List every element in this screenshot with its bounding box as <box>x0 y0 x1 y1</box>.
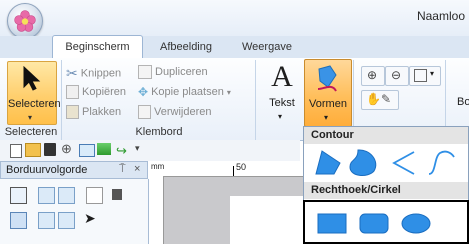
group-icon[interactable] <box>38 212 55 229</box>
chevron-down-icon: ▾ <box>278 112 283 121</box>
duplicate-label: Dupliceren <box>155 65 208 78</box>
delete-icon <box>138 105 151 119</box>
open-folder-icon[interactable] <box>25 143 41 157</box>
copy-label: Kopiëren <box>82 85 127 98</box>
move-back-icon[interactable] <box>58 187 75 204</box>
contour-curve-icon[interactable] <box>349 149 377 176</box>
close-icon[interactable]: × <box>134 163 140 175</box>
measure-icon: ✎ <box>381 92 392 106</box>
contour-freeform-icon[interactable] <box>428 150 455 175</box>
zoom-in-button[interactable]: ⊕ <box>361 66 385 86</box>
scissors-icon: ✂ <box>66 65 78 81</box>
move-front-icon[interactable] <box>38 187 55 204</box>
text-button-label: Tekst <box>269 97 295 109</box>
contour-section-label: Contour <box>304 127 468 144</box>
chevron-down-icon: ▾ <box>28 113 33 122</box>
zoom-icon[interactable]: ⊕ <box>61 141 72 157</box>
rect-circle-section-label: Rechthoek/Cirkel <box>304 182 468 199</box>
chevron-down-icon: ▾ <box>226 87 231 97</box>
tab-weergave[interactable]: Weergave <box>242 36 292 58</box>
tab-afbeelding[interactable]: Afbeelding <box>160 36 212 58</box>
save-icon[interactable] <box>44 143 56 156</box>
partial-ribbon-label: Bo <box>457 96 469 108</box>
paste-button[interactable]: Plakken <box>66 105 121 119</box>
customize-chevron-icon[interactable]: ▾ <box>135 143 140 154</box>
select-button[interactable]: Selecteren ▾ <box>7 61 61 125</box>
arrow-cursor-icon <box>23 66 41 91</box>
app-menu-button[interactable] <box>7 3 43 39</box>
contour-shapes <box>315 149 455 176</box>
copy-place-icon: ✥ <box>138 85 149 99</box>
paste-icon <box>66 105 79 119</box>
ungroup-icon[interactable] <box>58 212 75 229</box>
zoom-out-icon: ⊖ <box>391 68 402 82</box>
contour-zigzag-icon[interactable] <box>392 151 415 175</box>
ruler-tick <box>233 166 234 176</box>
window-icon[interactable] <box>79 144 95 157</box>
chevron-down-icon: ▾ <box>324 113 329 122</box>
text-button[interactable]: A Tekst ▾ <box>264 61 300 123</box>
copy-place-label: Kopie plaatsen <box>151 85 224 98</box>
image-icon[interactable] <box>97 143 111 155</box>
paste-label: Plakken <box>82 105 122 118</box>
chevron-down-icon: ▾ <box>430 69 435 78</box>
quick-access-toolbar: ⊕ ↪ ▾ <box>0 140 300 161</box>
panel-toolbar: ➤ <box>0 179 149 244</box>
zoom-in-icon: ⊕ <box>367 68 378 82</box>
duplicate-button[interactable]: Dupliceren <box>138 65 208 79</box>
copy-icon <box>66 85 79 99</box>
group-divider <box>255 60 256 140</box>
title-bar: Naamloo <box>0 0 469 39</box>
insert-icon[interactable] <box>86 187 103 204</box>
delete-label: Verwijderen <box>154 105 212 118</box>
shapes-button[interactable]: Vormen ▾ <box>304 59 352 127</box>
pin-icon[interactable]: ⍑ <box>119 163 126 176</box>
zoom-fit-button[interactable]: ▾ <box>409 66 441 86</box>
view-grid-icon[interactable] <box>10 187 27 204</box>
cut-label: Knippen <box>80 67 122 80</box>
tab-beginscherm[interactable]: Beginscherm <box>52 35 143 60</box>
group-label-klembord: Klembord <box>135 126 183 138</box>
ribbon-tab-row: Beginscherm Afbeelding Weergave <box>0 35 469 60</box>
select-button-label: Selecteren <box>8 98 61 110</box>
vertical-ruler <box>149 176 164 244</box>
panel-title: Borduurvolgorde <box>6 164 88 176</box>
shapes-button-label: Vormen <box>309 98 347 110</box>
highlight-box <box>303 200 469 244</box>
zoom-out-button[interactable]: ⊖ <box>385 66 409 86</box>
ruler-unit: mm <box>151 162 165 171</box>
contour-polygon-icon[interactable] <box>315 150 341 175</box>
zoom-fit-icon <box>414 69 427 82</box>
text-glyph-icon: A <box>271 60 293 93</box>
copy-button[interactable]: Kopiëren <box>66 85 126 99</box>
pointer-icon[interactable]: ➤ <box>84 210 96 227</box>
ruler-label-50: 50 <box>236 162 247 172</box>
color-icon[interactable] <box>112 189 122 200</box>
window-title: Naamloo <box>416 9 465 23</box>
hand-icon: ✋ <box>366 92 381 106</box>
panel-header: Borduurvolgorde ⍑ × <box>0 161 148 179</box>
duplicate-icon <box>138 65 152 79</box>
copy-place-button[interactable]: ✥ Kopie plaatsen ▾ <box>138 85 231 99</box>
flower-logo-icon <box>14 10 36 32</box>
pan-tool-button[interactable]: ✋ ✎ <box>361 90 399 110</box>
group-divider <box>61 60 62 140</box>
new-file-icon[interactable] <box>10 144 22 158</box>
group-label-selecteren: Selecteren <box>4 126 58 138</box>
delete-button[interactable]: Verwijderen <box>138 105 211 119</box>
shapes-icon <box>317 65 337 92</box>
order-icon[interactable] <box>10 212 27 229</box>
redo-icon[interactable]: ↪ <box>116 143 127 159</box>
cut-button[interactable]: ✂ Knippen <box>66 65 121 82</box>
